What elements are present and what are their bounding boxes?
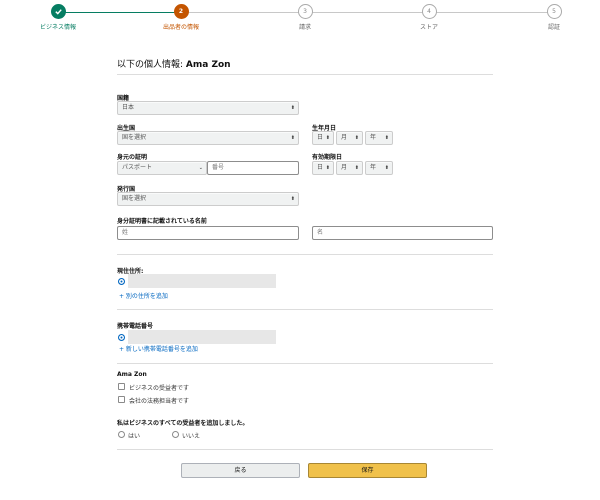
step-business-info[interactable]: ビジネス情報 bbox=[18, 4, 98, 31]
select-arrow-icon: ⬍ bbox=[354, 165, 359, 171]
step-number: 3 bbox=[297, 4, 313, 19]
all-added-no-label: いいえ bbox=[182, 433, 201, 440]
step-billing[interactable]: 3 請求 bbox=[265, 4, 345, 31]
select-arrow-icon: ⬍ bbox=[290, 196, 295, 202]
divider bbox=[117, 309, 493, 310]
birth-country-select[interactable]: 国を選択 ⬍ bbox=[117, 131, 299, 145]
birth-month-select[interactable]: 月 ⬍ bbox=[336, 131, 363, 145]
select-arrow-icon: ⬍ bbox=[325, 135, 330, 141]
step-store[interactable]: 4 ストア bbox=[389, 4, 469, 31]
progress-stepper: ビジネス情報 2 出品者の情報 3 請求 4 ストア 5 認証 bbox=[0, 0, 600, 36]
add-phone-link[interactable]: + 新しい携帯電話番号を追加 bbox=[119, 344, 198, 353]
step-label: 認証 bbox=[547, 24, 560, 31]
select-arrow-icon: ⬍ bbox=[290, 105, 295, 111]
id-proof-label: 身元の証明 bbox=[117, 154, 148, 161]
select-arrow-icon: ⬍ bbox=[384, 165, 389, 171]
all-added-yes-label: はい bbox=[128, 433, 141, 440]
expiry-year-select[interactable]: 年 ⬍ bbox=[365, 161, 393, 175]
step-number: 5 bbox=[546, 4, 562, 19]
issuing-country-select[interactable]: 国を選択 ⬍ bbox=[117, 192, 299, 206]
id-number-input[interactable] bbox=[207, 161, 299, 175]
select-arrow-icon: ⬍ bbox=[384, 135, 389, 141]
select-arrow-icon: ⬍ bbox=[290, 135, 295, 141]
owner-section-title: Ama Zon bbox=[117, 371, 147, 378]
check-icon bbox=[50, 4, 66, 19]
divider bbox=[117, 449, 493, 450]
nationality-select[interactable]: 日本 ⬍ bbox=[117, 101, 299, 115]
phone-radio[interactable] bbox=[118, 334, 125, 341]
back-button[interactable]: 戻る bbox=[181, 463, 300, 478]
divider bbox=[117, 363, 493, 364]
select-arrow-icon: ⬍ bbox=[325, 165, 330, 171]
page-title: 以下の個人情報: Ama Zon bbox=[117, 60, 231, 70]
legal-representative-checkbox[interactable] bbox=[118, 396, 125, 403]
stepper-line bbox=[181, 12, 554, 13]
step-label: 出品者の情報 bbox=[162, 24, 199, 31]
phone-label: 携帯電話番号 bbox=[117, 323, 154, 330]
beneficial-owner-checkbox[interactable] bbox=[118, 383, 125, 390]
id-type-select[interactable]: パスポート ⌄ bbox=[117, 161, 207, 175]
step-verification[interactable]: 5 認証 bbox=[514, 4, 594, 31]
step-label: ビジネス情報 bbox=[39, 24, 76, 31]
divider bbox=[117, 254, 493, 255]
last-name-input[interactable] bbox=[117, 226, 299, 240]
all-added-no-radio[interactable] bbox=[172, 431, 179, 438]
step-label: 請求 bbox=[298, 24, 311, 31]
first-name-input[interactable] bbox=[312, 226, 493, 240]
beneficial-owner-label: ビジネスの受益者です bbox=[129, 385, 190, 392]
birth-day-select[interactable]: 日 ⬍ bbox=[312, 131, 334, 145]
owner-name: Ama Zon bbox=[185, 60, 231, 70]
step-number: 4 bbox=[421, 4, 437, 19]
chevron-down-icon: ⌄ bbox=[198, 165, 203, 171]
step-number: 2 bbox=[173, 4, 189, 19]
select-arrow-icon: ⬍ bbox=[354, 135, 359, 141]
legal-representative-label: 会社の法務担当者です bbox=[129, 398, 190, 405]
all-added-yes-radio[interactable] bbox=[118, 431, 125, 438]
divider bbox=[117, 74, 493, 75]
address-value bbox=[128, 274, 276, 288]
address-radio[interactable] bbox=[118, 278, 125, 285]
expiry-label: 有効期限日 bbox=[312, 154, 343, 161]
expiry-day-select[interactable]: 日 ⬍ bbox=[312, 161, 334, 175]
all-owners-question: 私はビジネスのすべての受益者を追加しました。 bbox=[117, 420, 249, 427]
step-label: ストア bbox=[419, 24, 438, 31]
add-address-link[interactable]: + 別の住所を追加 bbox=[119, 291, 168, 300]
expiry-month-select[interactable]: 月 ⬍ bbox=[336, 161, 363, 175]
save-button[interactable]: 保存 bbox=[308, 463, 427, 478]
id-name-label: 身分証明書に記載されている名前 bbox=[117, 218, 207, 225]
phone-value bbox=[128, 330, 276, 344]
step-seller-info[interactable]: 2 出品者の情報 bbox=[141, 4, 221, 31]
birth-year-select[interactable]: 年 ⬍ bbox=[365, 131, 393, 145]
